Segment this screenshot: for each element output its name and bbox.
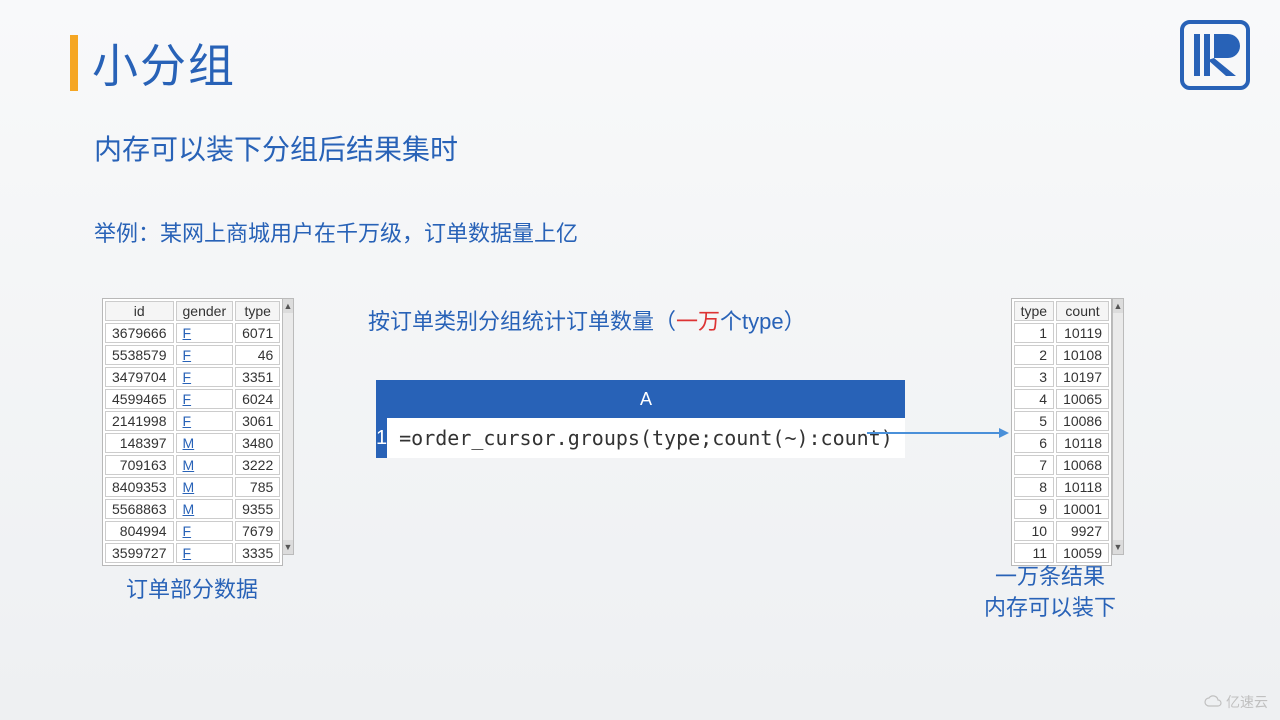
code-col-a: A	[387, 380, 905, 418]
scrollbar[interactable]: ▲ ▼	[282, 298, 294, 555]
result-table: typecount 110119 210108 310197 410065 51…	[1011, 298, 1112, 566]
chevron-down-icon[interactable]: ▼	[1113, 540, 1123, 554]
table-row: 109927	[1014, 521, 1109, 541]
title-accent-bar	[70, 35, 78, 91]
orders-caption: 订单部分数据	[102, 572, 282, 604]
slide-title: 小分组	[92, 30, 236, 96]
chevron-up-icon[interactable]: ▲	[283, 299, 293, 313]
table-row: 110119	[1014, 323, 1109, 343]
table-row: 3599727F3335	[105, 543, 280, 563]
arrow-icon	[867, 432, 1007, 434]
col-id: id	[105, 301, 174, 321]
table-row: 210108	[1014, 345, 1109, 365]
slide-title-wrap: 小分组	[70, 30, 236, 96]
table-row: 3479704F3351	[105, 367, 280, 387]
code-cell: =order_cursor.groups(type;count(~):count…	[387, 418, 905, 458]
table-row: 710068	[1014, 455, 1109, 475]
table-row: 5538579F46	[105, 345, 280, 365]
result-caption: 一万条结果 内存可以装下	[950, 562, 1150, 624]
watermark: 亿速云	[1204, 692, 1268, 712]
col-gender: gender	[176, 301, 234, 321]
orders-table: id gender type 3679666F6071 5538579F46 3…	[102, 298, 283, 566]
scrollbar[interactable]: ▲ ▼	[1112, 298, 1124, 555]
table-row: 804994F7679	[105, 521, 280, 541]
group-description: 按订单类别分组统计订单数量（一万个type）	[368, 304, 806, 336]
table-row: 5568863M9355	[105, 499, 280, 519]
table-row: 709163M3222	[105, 455, 280, 475]
table-row: 610118	[1014, 433, 1109, 453]
table-row: 810118	[1014, 477, 1109, 497]
table-row: 1110059	[1014, 543, 1109, 563]
table-row: 2141998F3061	[105, 411, 280, 431]
table-row: 410065	[1014, 389, 1109, 409]
table-row: 8409353M785	[105, 477, 280, 497]
slide-subtitle: 内存可以装下分组后结果集时	[94, 128, 458, 168]
chevron-down-icon[interactable]: ▼	[283, 540, 293, 554]
table-row: 4599465F6024	[105, 389, 280, 409]
table-row: 910001	[1014, 499, 1109, 519]
table-row: 3679666F6071	[105, 323, 280, 343]
brand-logo	[1180, 20, 1250, 90]
example-text: 举例：某网上商城用户在千万级，订单数据量上亿	[94, 216, 578, 248]
table-row: 510086	[1014, 411, 1109, 431]
col-count: count	[1056, 301, 1109, 321]
code-corner	[376, 380, 387, 418]
chevron-up-icon[interactable]: ▲	[1113, 299, 1123, 313]
table-row: 148397M3480	[105, 433, 280, 453]
table-row: 310197	[1014, 367, 1109, 387]
code-row-num: 1	[376, 418, 387, 458]
col-type: type	[235, 301, 280, 321]
code-grid: A 1=order_cursor.groups(type;count(~):co…	[376, 380, 905, 458]
col-type: type	[1014, 301, 1054, 321]
cloud-icon	[1204, 695, 1222, 709]
